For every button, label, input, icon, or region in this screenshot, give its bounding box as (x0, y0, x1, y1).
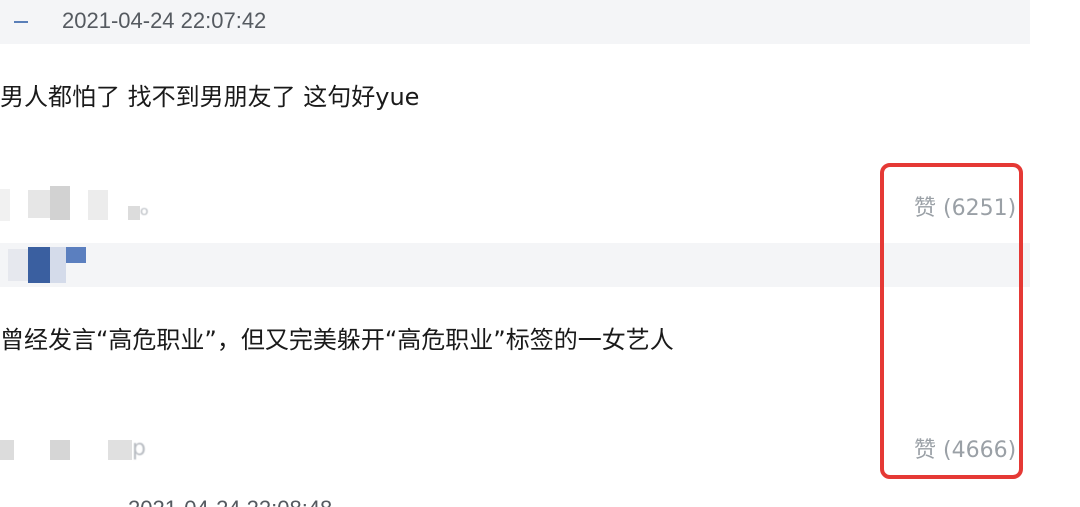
comment-text: 男人都怕了 找不到男朋友了 这句好yue (0, 83, 420, 111)
comment-header: 2021-04-24 22:07:42 (0, 0, 1030, 44)
collapse-icon[interactable] (14, 21, 28, 23)
highlight-annotation (880, 163, 1023, 479)
comment-text: 曾经发言“高危职业”，但又完美躲开“高危职业”标签的一女艺人 (0, 326, 674, 354)
comment-timestamp: 2021-04-24 22:07:42 (62, 8, 267, 33)
comment-list: 2021-04-24 22:07:42 男人都怕了 找不到男朋友了 这句好yue… (0, 0, 1080, 507)
comment-header: 2021-04-24 22:08:48 (0, 243, 1030, 507)
comment-timestamp: 2021-04-24 22:08:48 (128, 497, 332, 507)
